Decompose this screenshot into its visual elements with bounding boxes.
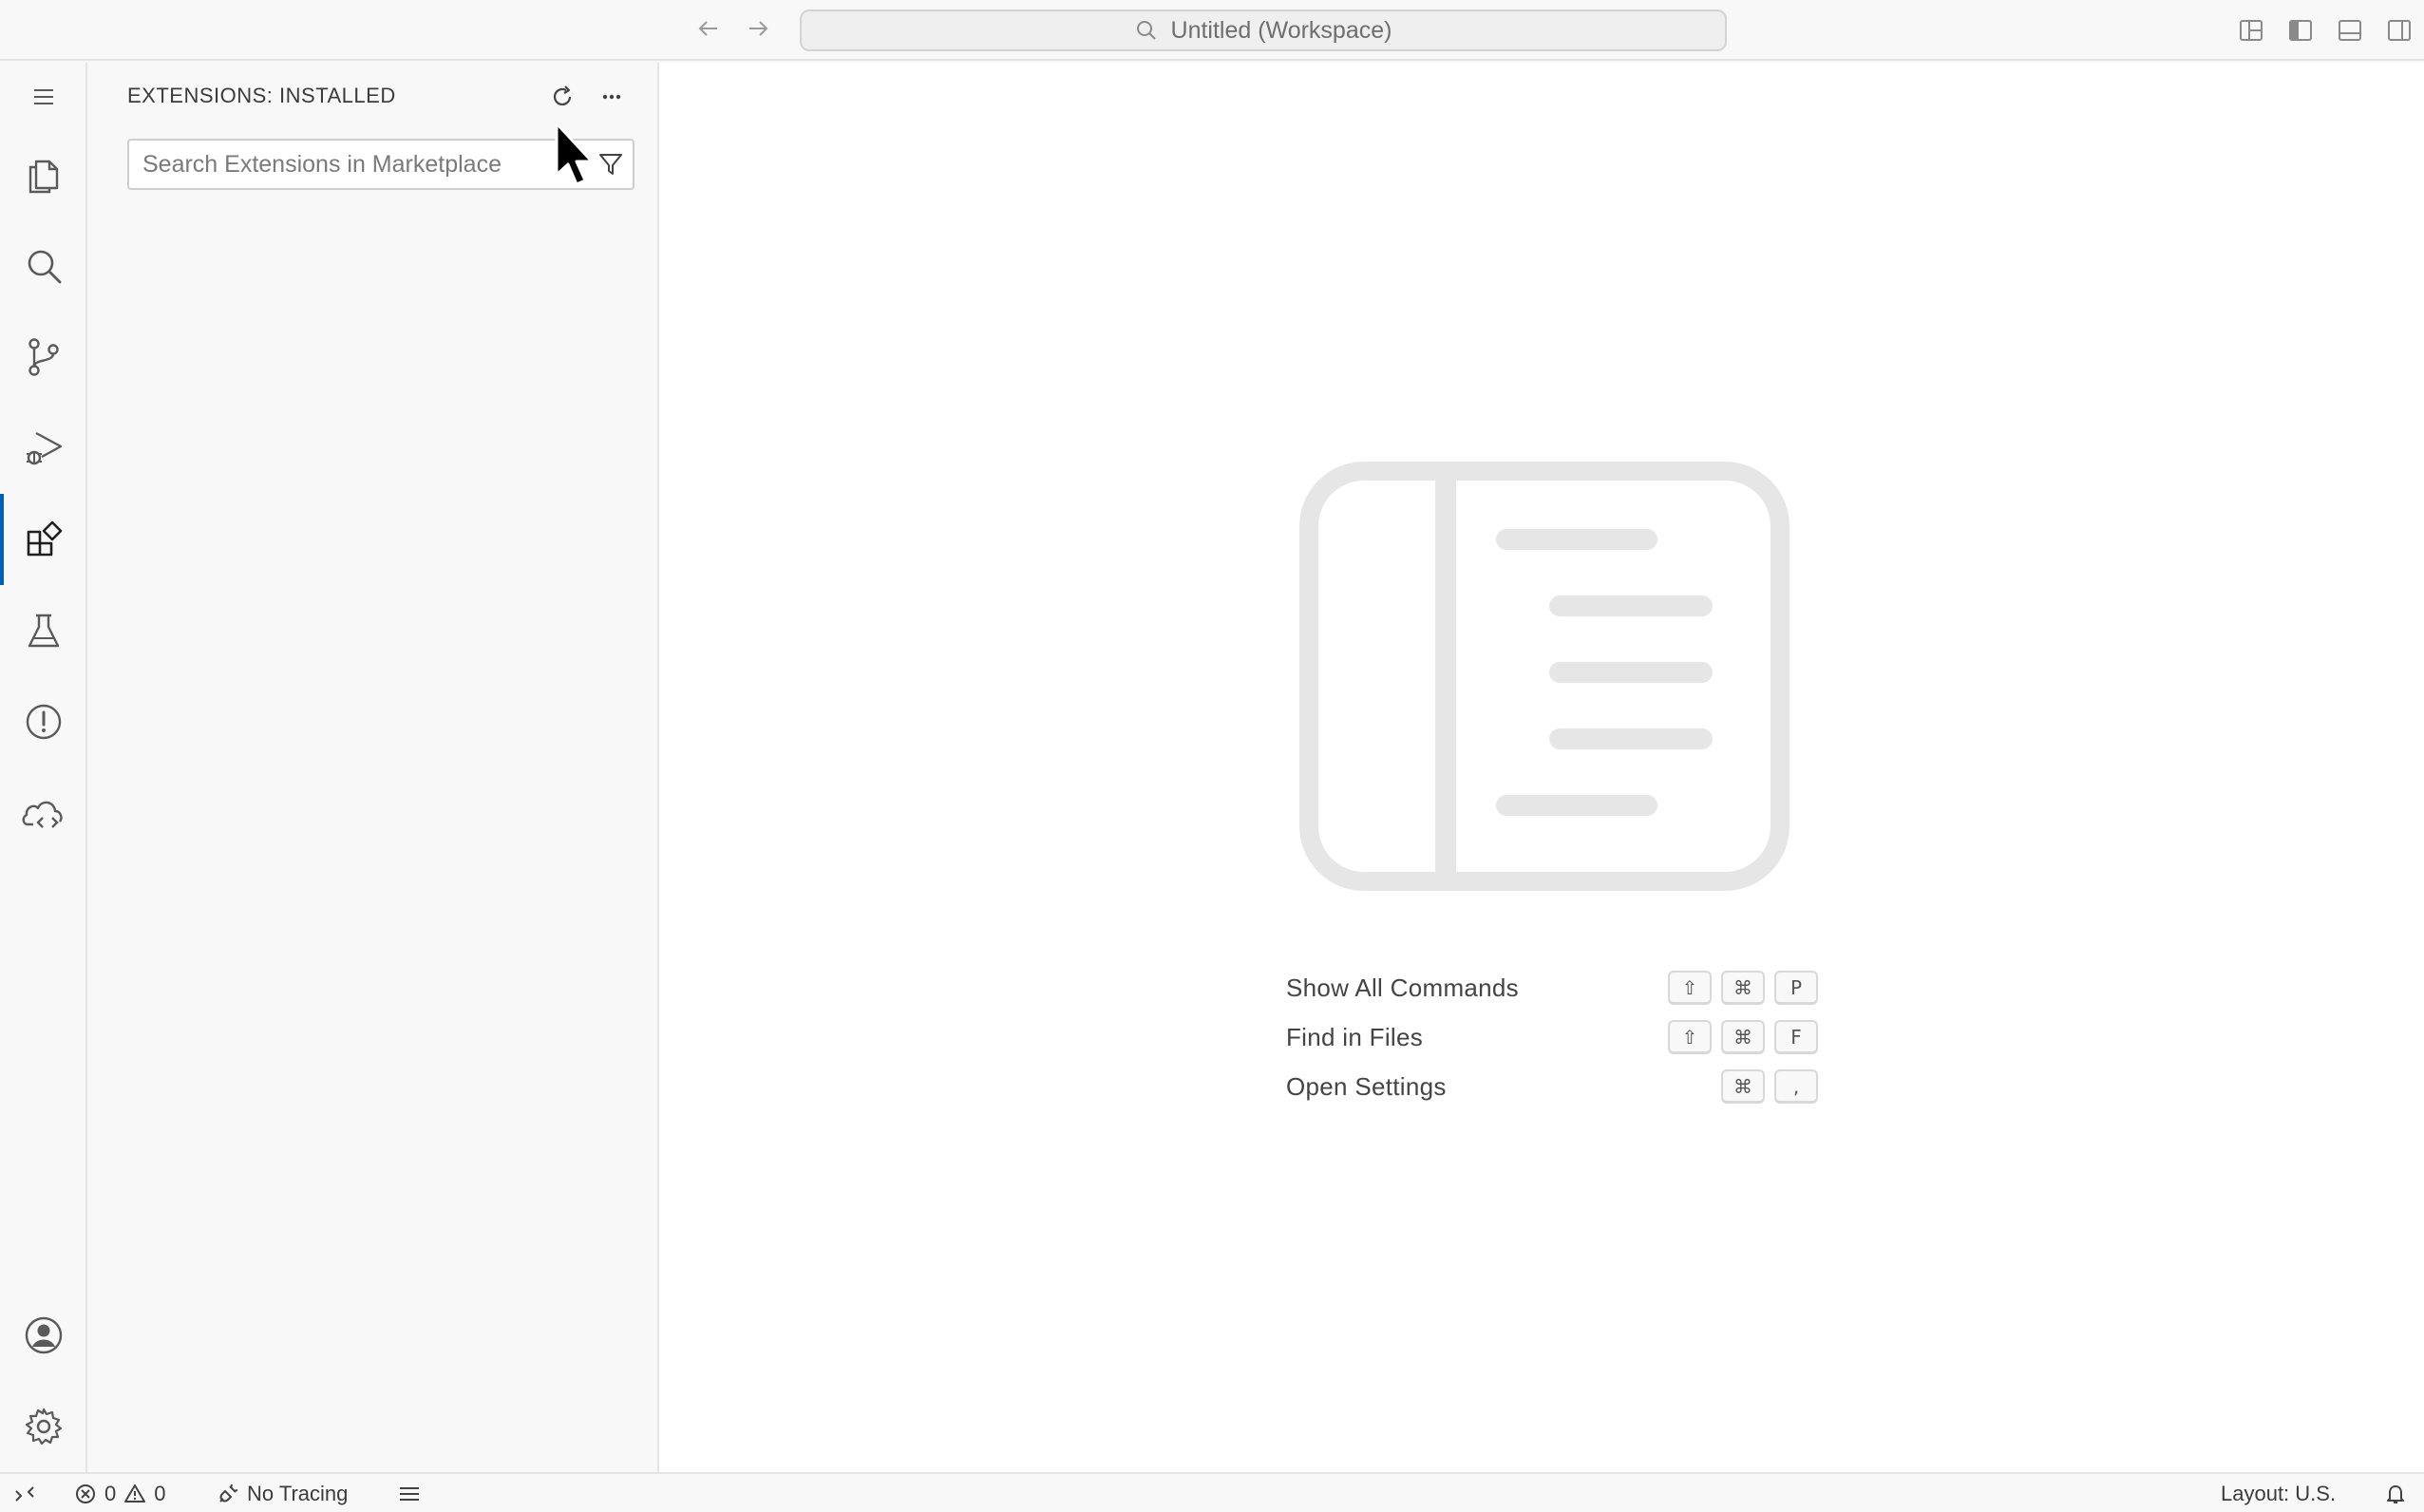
notifications-button[interactable] bbox=[2384, 1480, 2407, 1508]
activity-source-control[interactable] bbox=[0, 312, 87, 403]
notifications-list-button[interactable] bbox=[397, 1480, 422, 1508]
plug-disconnected-icon bbox=[219, 1484, 238, 1503]
remote-icon bbox=[15, 1486, 34, 1502]
activity-search[interactable] bbox=[0, 220, 87, 312]
editor-watermark-icon bbox=[1299, 462, 1790, 891]
editor-shortcut-hints: Show All Commands ⇧ ⌘ P Find in Files ⇧ … bbox=[1286, 963, 1818, 1111]
go-back-button[interactable] bbox=[691, 13, 726, 44]
keycap: ⇧ bbox=[1668, 971, 1712, 1005]
activity-problems[interactable] bbox=[0, 676, 87, 767]
shortcut-row[interactable]: Open Settings ⌘ , bbox=[1286, 1062, 1818, 1111]
shortcut-label: Open Settings bbox=[1286, 1071, 1447, 1101]
extensions-search-box bbox=[127, 139, 634, 190]
search-icon bbox=[1136, 21, 1156, 40]
toggle-primary-sidebar-button[interactable] bbox=[2285, 15, 2316, 46]
keycap: ⇧ bbox=[1668, 1020, 1712, 1054]
application-menu-button[interactable] bbox=[0, 66, 87, 127]
tracing-status[interactable]: No Tracing bbox=[217, 1480, 348, 1508]
error-count: 0 bbox=[104, 1482, 117, 1505]
source-control-icon bbox=[28, 338, 59, 376]
sidebar-left-icon bbox=[2289, 20, 2312, 41]
problems-alert-icon bbox=[26, 704, 62, 740]
arrow-right-icon bbox=[749, 21, 768, 36]
keycap: , bbox=[1774, 1069, 1818, 1104]
shortcut-label: Show All Commands bbox=[1286, 973, 1519, 1002]
gear-icon bbox=[25, 1408, 63, 1446]
activity-bar bbox=[0, 63, 87, 1472]
workspace-title: Untitled (Workspace) bbox=[1170, 16, 1392, 44]
toggle-secondary-sidebar-button[interactable] bbox=[2384, 15, 2415, 46]
refresh-button[interactable] bbox=[543, 78, 581, 116]
bell-icon bbox=[2387, 1485, 2404, 1503]
activity-remote-explorer[interactable] bbox=[0, 767, 87, 859]
activity-extensions[interactable] bbox=[0, 494, 87, 585]
error-icon bbox=[76, 1484, 95, 1503]
ellipsis-icon bbox=[602, 94, 621, 100]
remote-indicator[interactable] bbox=[13, 1480, 36, 1508]
filter-icon bbox=[599, 154, 622, 175]
title-bar: Untitled (Workspace) bbox=[0, 0, 2424, 61]
command-center[interactable]: Untitled (Workspace) bbox=[800, 9, 1727, 51]
refresh-icon bbox=[553, 85, 572, 105]
more-actions-button[interactable] bbox=[593, 78, 631, 116]
shortcut-label: Find in Files bbox=[1286, 1022, 1424, 1051]
sidebar-title: EXTENSIONS: INSTALLED bbox=[127, 84, 396, 107]
account-icon bbox=[25, 1316, 63, 1354]
cloud-code-icon bbox=[22, 801, 63, 828]
extensions-icon bbox=[27, 520, 63, 557]
activity-accounts[interactable] bbox=[0, 1290, 87, 1381]
run-debug-icon bbox=[27, 431, 63, 465]
shortcut-row[interactable]: Show All Commands ⇧ ⌘ P bbox=[1286, 963, 1818, 1012]
keycap: ⌘ bbox=[1721, 1020, 1765, 1054]
activity-explorer[interactable] bbox=[0, 129, 87, 220]
menu-icon bbox=[34, 89, 53, 104]
status-bar: 0 0 No Tracing Layout: U.S. bbox=[0, 1472, 2424, 1512]
tracing-label: No Tracing bbox=[247, 1482, 349, 1505]
shortcut-row[interactable]: Find in Files ⇧ ⌘ F bbox=[1286, 1012, 1818, 1062]
keycap: F bbox=[1774, 1020, 1818, 1054]
search-icon bbox=[28, 250, 62, 284]
panel-bottom-icon bbox=[2339, 20, 2361, 41]
customize-layout-button[interactable] bbox=[2236, 15, 2266, 46]
sidebar-right-icon bbox=[2388, 20, 2411, 41]
extensions-sidebar: EXTENSIONS: INSTALLED bbox=[87, 63, 659, 1472]
activity-testing[interactable] bbox=[0, 585, 87, 676]
shortcut-keys: ⌘ , bbox=[1721, 1069, 1818, 1104]
editor-area: Show All Commands ⇧ ⌘ P Find in Files ⇧ … bbox=[659, 63, 2424, 1472]
activity-manage[interactable] bbox=[0, 1381, 87, 1472]
testing-flask-icon bbox=[28, 614, 60, 648]
explorer-icon bbox=[28, 160, 59, 194]
problems-status[interactable]: 0 0 bbox=[74, 1480, 166, 1508]
extensions-search-input[interactable] bbox=[129, 141, 566, 188]
filter-extensions-button[interactable] bbox=[593, 146, 629, 182]
shortcut-keys: ⇧ ⌘ P bbox=[1668, 971, 1818, 1005]
warning-icon bbox=[124, 1484, 146, 1503]
keyboard-layout-label: Layout: U.S. bbox=[2221, 1482, 2337, 1505]
toggle-panel-button[interactable] bbox=[2335, 15, 2365, 46]
keycap: P bbox=[1774, 971, 1818, 1005]
shortcut-keys: ⇧ ⌘ F bbox=[1668, 1020, 1818, 1054]
keycap: ⌘ bbox=[1721, 1069, 1765, 1104]
go-forward-button[interactable] bbox=[741, 13, 775, 44]
customize-layout-icon bbox=[2240, 20, 2263, 41]
activity-run-debug[interactable] bbox=[0, 403, 87, 494]
arrow-left-icon bbox=[698, 21, 717, 36]
list-icon bbox=[400, 1487, 419, 1501]
keycap: ⌘ bbox=[1721, 971, 1765, 1005]
keyboard-layout-status[interactable]: Layout: U.S. bbox=[2221, 1480, 2336, 1508]
warning-count: 0 bbox=[154, 1482, 166, 1505]
